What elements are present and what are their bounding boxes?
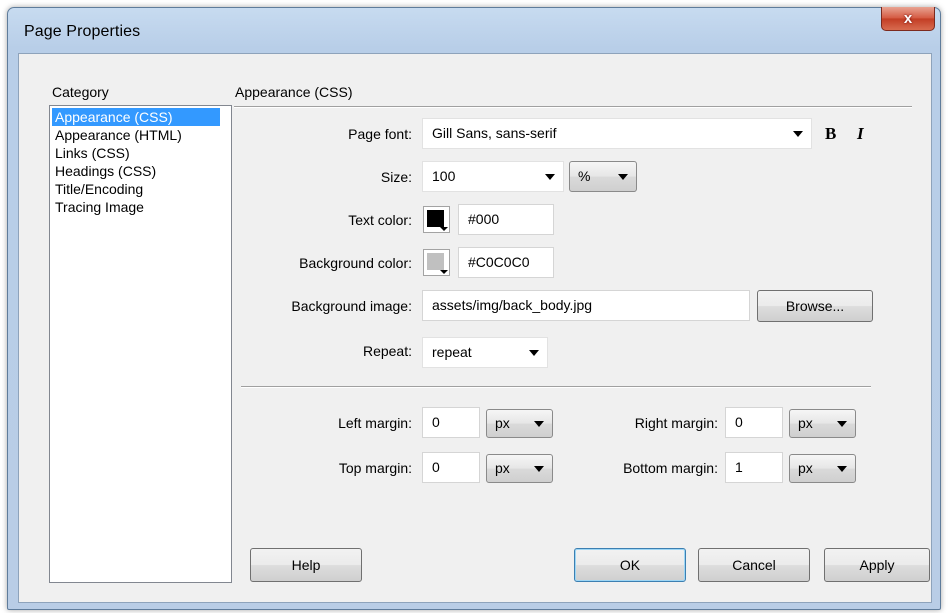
chevron-down-icon xyxy=(793,131,803,137)
category-item-links-css[interactable]: Links (CSS) xyxy=(52,144,229,162)
background-image-label: Background image: xyxy=(291,298,412,314)
left-margin-input[interactable]: 0 xyxy=(422,407,480,438)
bottom-margin-value: 1 xyxy=(735,459,743,475)
chevron-down-icon xyxy=(534,466,544,472)
category-item-tracing-image[interactable]: Tracing Image xyxy=(52,198,229,216)
left-margin-label: Left margin: xyxy=(338,415,412,431)
chevron-down-icon xyxy=(837,466,847,472)
text-color-input[interactable]: #000 xyxy=(458,204,554,235)
bottom-margin-input[interactable]: 1 xyxy=(725,452,783,483)
bold-button[interactable]: B xyxy=(825,124,836,144)
size-select[interactable]: 100 xyxy=(422,161,564,192)
page-font-label: Page font: xyxy=(348,126,412,142)
text-color-label: Text color: xyxy=(348,212,412,228)
size-value: 100 xyxy=(432,168,456,184)
margins-divider xyxy=(241,386,871,388)
size-unit-select[interactable]: % xyxy=(569,161,637,192)
apply-button[interactable]: Apply xyxy=(824,548,930,582)
help-button[interactable]: Help xyxy=(250,548,362,582)
repeat-value: repeat xyxy=(432,344,472,360)
section-divider xyxy=(234,106,912,108)
chevron-down-icon xyxy=(618,174,628,180)
italic-button[interactable]: I xyxy=(857,124,864,144)
top-margin-label: Top margin: xyxy=(338,460,412,476)
page-font-value: Gill Sans, sans-serif xyxy=(432,125,557,141)
chevron-down-icon xyxy=(534,421,544,427)
category-heading: Category xyxy=(52,84,109,100)
category-item-headings-css[interactable]: Headings (CSS) xyxy=(52,162,229,180)
page-font-select[interactable]: Gill Sans, sans-serif xyxy=(422,118,812,149)
right-margin-value: 0 xyxy=(735,414,743,430)
page-properties-dialog: Page Properties x Category Appearance (C… xyxy=(7,7,941,610)
bottom-margin-label: Bottom margin: xyxy=(623,460,718,476)
close-button[interactable]: x xyxy=(881,7,935,31)
bottom-margin-unit-select[interactable]: px xyxy=(789,454,856,483)
top-margin-unit: px xyxy=(495,460,510,476)
top-margin-input[interactable]: 0 xyxy=(422,452,480,483)
right-margin-input[interactable]: 0 xyxy=(725,407,783,438)
text-color-swatch[interactable] xyxy=(423,206,450,233)
color-swatch-icon xyxy=(427,253,444,270)
chevron-down-icon xyxy=(545,174,555,180)
close-icon: x xyxy=(903,10,913,27)
right-margin-label: Right margin: xyxy=(634,415,718,431)
size-unit-value: % xyxy=(578,168,591,184)
cancel-button[interactable]: Cancel xyxy=(698,548,810,582)
color-swatch-icon xyxy=(427,210,444,227)
repeat-label: Repeat: xyxy=(362,343,412,359)
category-list[interactable]: Appearance (CSS) Appearance (HTML) Links… xyxy=(49,105,232,583)
top-margin-value: 0 xyxy=(432,459,440,475)
background-image-value: assets/img/back_body.jpg xyxy=(432,297,593,313)
chevron-down-icon xyxy=(837,421,847,427)
category-item-appearance-html[interactable]: Appearance (HTML) xyxy=(52,126,229,144)
section-title: Appearance (CSS) xyxy=(235,84,353,100)
background-color-label: Background color: xyxy=(299,255,412,271)
background-color-swatch[interactable] xyxy=(423,249,450,276)
background-color-value: #C0C0C0 xyxy=(468,254,530,270)
left-margin-value: 0 xyxy=(432,414,440,430)
category-item-title-encoding[interactable]: Title/Encoding xyxy=(52,180,229,198)
dialog-body: Category Appearance (CSS) Appearance (HT… xyxy=(18,53,932,603)
left-margin-unit: px xyxy=(495,415,510,431)
right-margin-unit-select[interactable]: px xyxy=(789,409,856,438)
bottom-margin-unit: px xyxy=(798,460,813,476)
browse-button[interactable]: Browse... xyxy=(757,290,873,322)
dialog-title: Page Properties xyxy=(24,23,141,40)
ok-button[interactable]: OK xyxy=(574,548,686,582)
text-color-value: #000 xyxy=(468,211,500,227)
chevron-down-icon xyxy=(529,350,539,356)
title-bar[interactable]: Page Properties x xyxy=(8,7,940,53)
category-item-appearance-css[interactable]: Appearance (CSS) xyxy=(52,108,220,126)
top-margin-unit-select[interactable]: px xyxy=(486,454,553,483)
right-margin-unit: px xyxy=(798,415,813,431)
background-image-input[interactable]: assets/img/back_body.jpg xyxy=(422,290,750,321)
left-margin-unit-select[interactable]: px xyxy=(486,409,553,438)
background-color-input[interactable]: #C0C0C0 xyxy=(458,247,554,278)
repeat-select[interactable]: repeat xyxy=(422,337,548,368)
size-label: Size: xyxy=(380,169,412,185)
